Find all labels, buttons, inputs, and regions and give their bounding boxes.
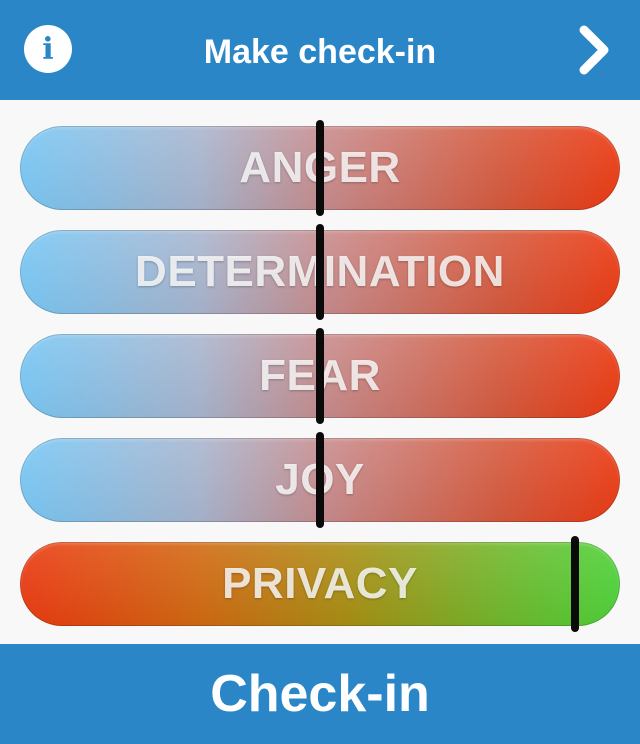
check-in-button[interactable]: Check-in	[0, 644, 640, 744]
page-title: Make check-in	[203, 33, 437, 71]
slider-handle[interactable]	[316, 120, 324, 216]
top-bar: i Make check-in	[0, 0, 640, 100]
slider-privacy[interactable]: PRIVACY	[20, 536, 620, 632]
slider-handle[interactable]	[316, 328, 324, 424]
slider-fear[interactable]: FEAR	[20, 328, 620, 424]
slider-handle[interactable]	[316, 224, 324, 320]
slider-handle[interactable]	[571, 536, 579, 632]
slider-determination[interactable]: DETERMINATION	[20, 224, 620, 320]
slider-joy[interactable]: JOY	[20, 432, 620, 528]
slider-label: PRIVACY	[222, 559, 418, 608]
chevron-right-icon[interactable]	[574, 22, 614, 78]
slider-anger[interactable]: ANGER	[20, 120, 620, 216]
slider-handle[interactable]	[316, 432, 324, 528]
